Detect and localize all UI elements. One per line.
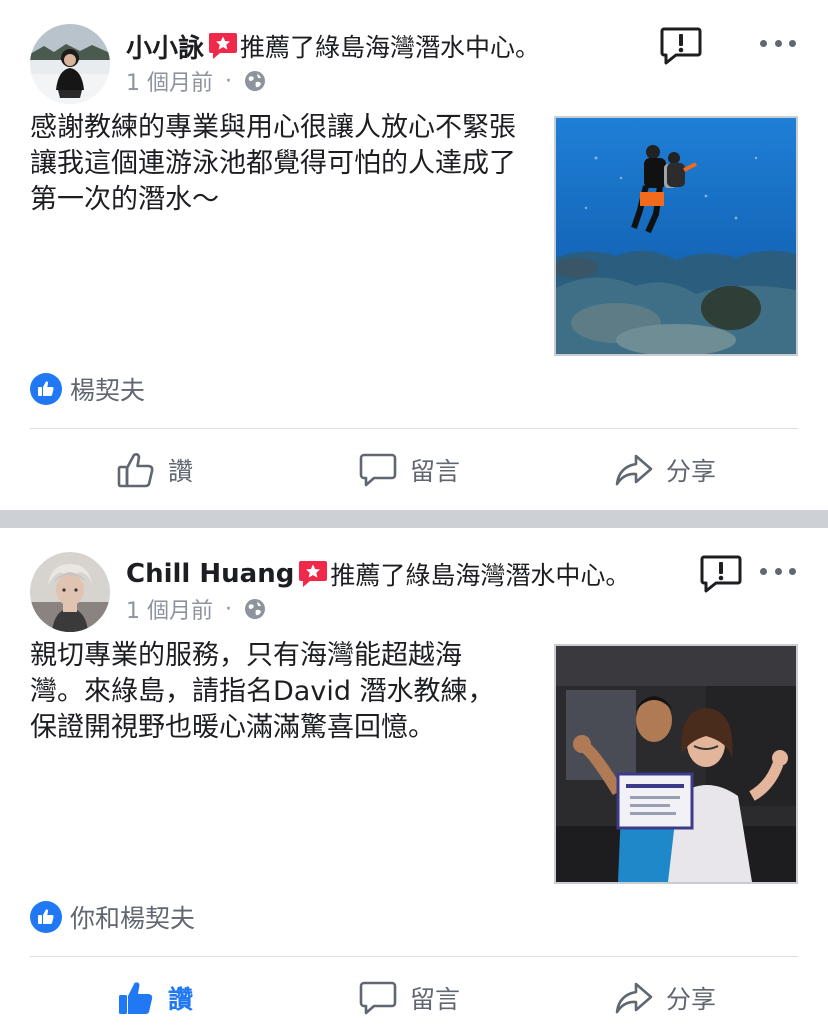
reactions-summary[interactable]: 你和楊契夫 [30, 900, 195, 934]
post-card: 小小詠 推薦了綠島海灣潛水中心。 1 個月前 · 感謝教練的專業與用心很讓人放心… [0, 0, 828, 510]
post-timestamp[interactable]: 1 個月前 [126, 65, 213, 97]
meta-separator: · [225, 68, 232, 94]
like-label: 讚 [168, 457, 194, 486]
comment-label: 留言 [410, 985, 461, 1014]
post-body-text: 感謝教練的專業與用心很讓人放心不緊張讓我這個連游泳池都覺得可怕的人達成了第一次的… [30, 112, 516, 215]
post-meta: 1 個月前 · [126, 594, 266, 624]
recommend-text[interactable]: 推薦了綠島海灣潛水中心。 [240, 28, 540, 64]
more-options-icon[interactable] [760, 564, 796, 578]
more-options-icon[interactable] [760, 36, 796, 50]
thumbs-up-icon [116, 450, 156, 490]
avatar[interactable] [30, 24, 110, 104]
actions-divider [30, 428, 798, 429]
recommend-star-badge-icon [208, 31, 238, 61]
actions-divider [30, 956, 798, 957]
like-label: 讚 [168, 985, 194, 1014]
globe-icon [244, 70, 266, 92]
report-icon[interactable] [700, 554, 742, 594]
thumbs-up-badge-icon [30, 373, 62, 405]
post-body-text: 親切專業的服務，只有海灣能超越海灣。來綠島，請指名David 潛水教練，保證開視… [30, 640, 495, 743]
share-label: 分享 [666, 985, 717, 1014]
thumbs-up-badge-icon [30, 901, 62, 933]
avatar[interactable] [30, 552, 110, 632]
share-button[interactable]: 分享 [614, 970, 716, 1026]
post-meta: 1 個月前 · [126, 66, 266, 96]
reactions-summary[interactable]: 楊契夫 [30, 372, 145, 406]
globe-icon [244, 598, 266, 620]
report-icon[interactable] [660, 26, 702, 66]
post-actions: 讚 留言 分享 [0, 970, 828, 1026]
likes-names: 楊契夫 [70, 376, 146, 405]
comment-label: 留言 [410, 457, 461, 486]
share-label: 分享 [666, 457, 717, 486]
share-arrow-icon [614, 450, 654, 490]
post-header: Chill Huang 推薦了綠島海灣潛水中心。 [126, 556, 630, 592]
post-timestamp[interactable]: 1 個月前 [126, 593, 213, 625]
post-photo[interactable] [554, 116, 798, 356]
thumbs-up-icon [116, 978, 156, 1018]
post-header: 小小詠 推薦了綠島海灣潛水中心。 [126, 28, 540, 64]
recommend-text[interactable]: 推薦了綠島海灣潛水中心。 [330, 556, 630, 592]
feed-separator [0, 510, 828, 528]
author-name[interactable]: 小小詠 [126, 28, 204, 65]
comment-button[interactable]: 留言 [358, 970, 460, 1026]
author-name[interactable]: Chill Huang [126, 559, 294, 589]
likes-names: 你和楊契夫 [70, 904, 196, 933]
post-photo[interactable] [554, 644, 798, 884]
meta-separator: · [225, 596, 232, 622]
like-button[interactable]: 讚 [116, 970, 193, 1026]
recommend-star-badge-icon [298, 559, 328, 589]
post-card: Chill Huang 推薦了綠島海灣潛水中心。 1 個月前 · 親切專業的服務… [0, 528, 828, 1034]
share-arrow-icon [614, 978, 654, 1018]
share-button[interactable]: 分享 [614, 442, 716, 498]
comment-bubble-icon [358, 978, 398, 1018]
post-actions: 讚 留言 分享 [0, 442, 828, 498]
comment-button[interactable]: 留言 [358, 442, 460, 498]
comment-bubble-icon [358, 450, 398, 490]
like-button[interactable]: 讚 [116, 442, 193, 498]
